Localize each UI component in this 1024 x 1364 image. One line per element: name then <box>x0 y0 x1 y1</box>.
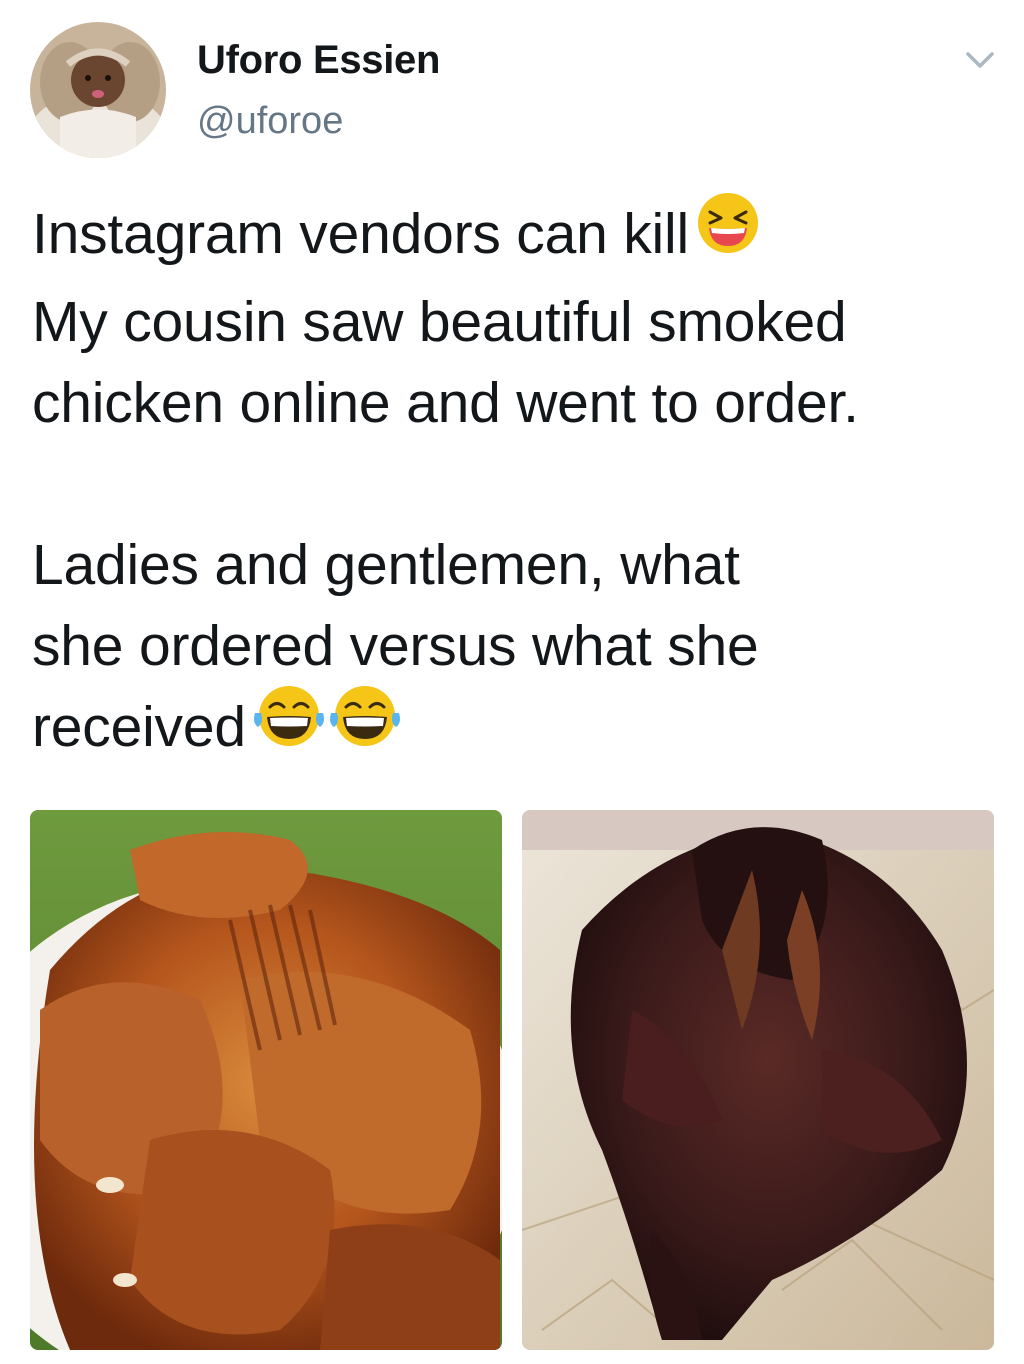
tweet-text-line: My cousin saw beautiful smoked <box>32 290 847 354</box>
tweet-text-span: received <box>32 695 246 760</box>
photo-ordered-chicken[interactable] <box>30 810 502 1350</box>
tweet: Uforo Essien @uforoe Instagram vendors c… <box>0 0 1024 1364</box>
tweet-text-line: Ladies and gentlemen, what <box>32 533 740 597</box>
tweet-text: Instagram vendors can kill My cousin saw… <box>32 193 1002 775</box>
photo-received-chicken[interactable] <box>522 810 994 1350</box>
author-display-name[interactable]: Uforo Essien <box>197 38 440 83</box>
tweet-text-line: she ordered versus what she <box>32 614 759 678</box>
avatar-photo <box>30 22 166 158</box>
face-with-tears-of-joy-icon <box>328 683 402 771</box>
avatar[interactable] <box>30 22 166 158</box>
chevron-down-icon[interactable] <box>960 46 1000 76</box>
tweet-text-line: received <box>32 686 1002 775</box>
tweet-text-line: Instagram vendors can kill <box>32 193 1002 282</box>
face-with-tears-of-joy-icon <box>252 683 326 771</box>
tweet-text-span: Instagram vendors can kill <box>32 202 689 267</box>
tweet-text-line: chicken online and went to order. <box>32 371 859 435</box>
author-handle[interactable]: @uforoe <box>197 100 343 143</box>
grinning-squinting-face-icon <box>695 190 761 278</box>
